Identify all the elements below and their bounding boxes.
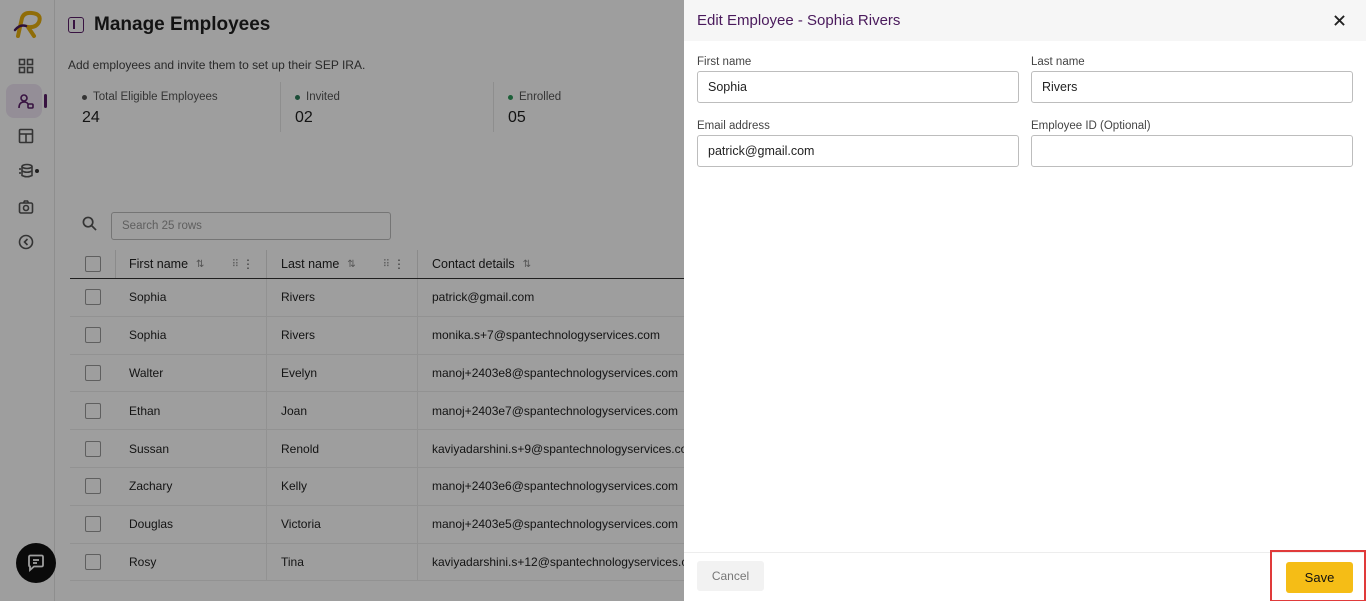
first-name-field-group: First name — [697, 56, 1019, 103]
drawer-title: Edit Employee - Sophia Rivers — [697, 12, 901, 29]
employee-id-label: Employee ID (Optional) — [1031, 120, 1151, 132]
drawer-header: Edit Employee - Sophia Rivers — [684, 0, 1366, 41]
employee-id-field-group: Employee ID (Optional) — [1031, 120, 1353, 167]
first-name-input[interactable] — [697, 71, 1019, 103]
close-icon — [1333, 14, 1345, 26]
first-name-label: First name — [697, 56, 752, 68]
modal-overlay[interactable] — [0, 0, 684, 601]
last-name-label: Last name — [1031, 56, 1085, 68]
employee-id-input[interactable] — [1031, 135, 1353, 167]
email-input[interactable] — [697, 135, 1019, 167]
cancel-button[interactable]: Cancel — [697, 561, 764, 591]
save-button[interactable]: Save — [1286, 562, 1353, 593]
last-name-field-group: Last name — [1031, 56, 1353, 103]
last-name-input[interactable] — [1031, 71, 1353, 103]
email-field-group: Email address — [697, 120, 1019, 167]
edit-employee-drawer: Edit Employee - Sophia Rivers First name… — [684, 0, 1366, 601]
close-button[interactable] — [1330, 11, 1348, 29]
drawer-footer: Cancel Save — [684, 550, 1366, 601]
email-label: Email address — [697, 120, 770, 132]
